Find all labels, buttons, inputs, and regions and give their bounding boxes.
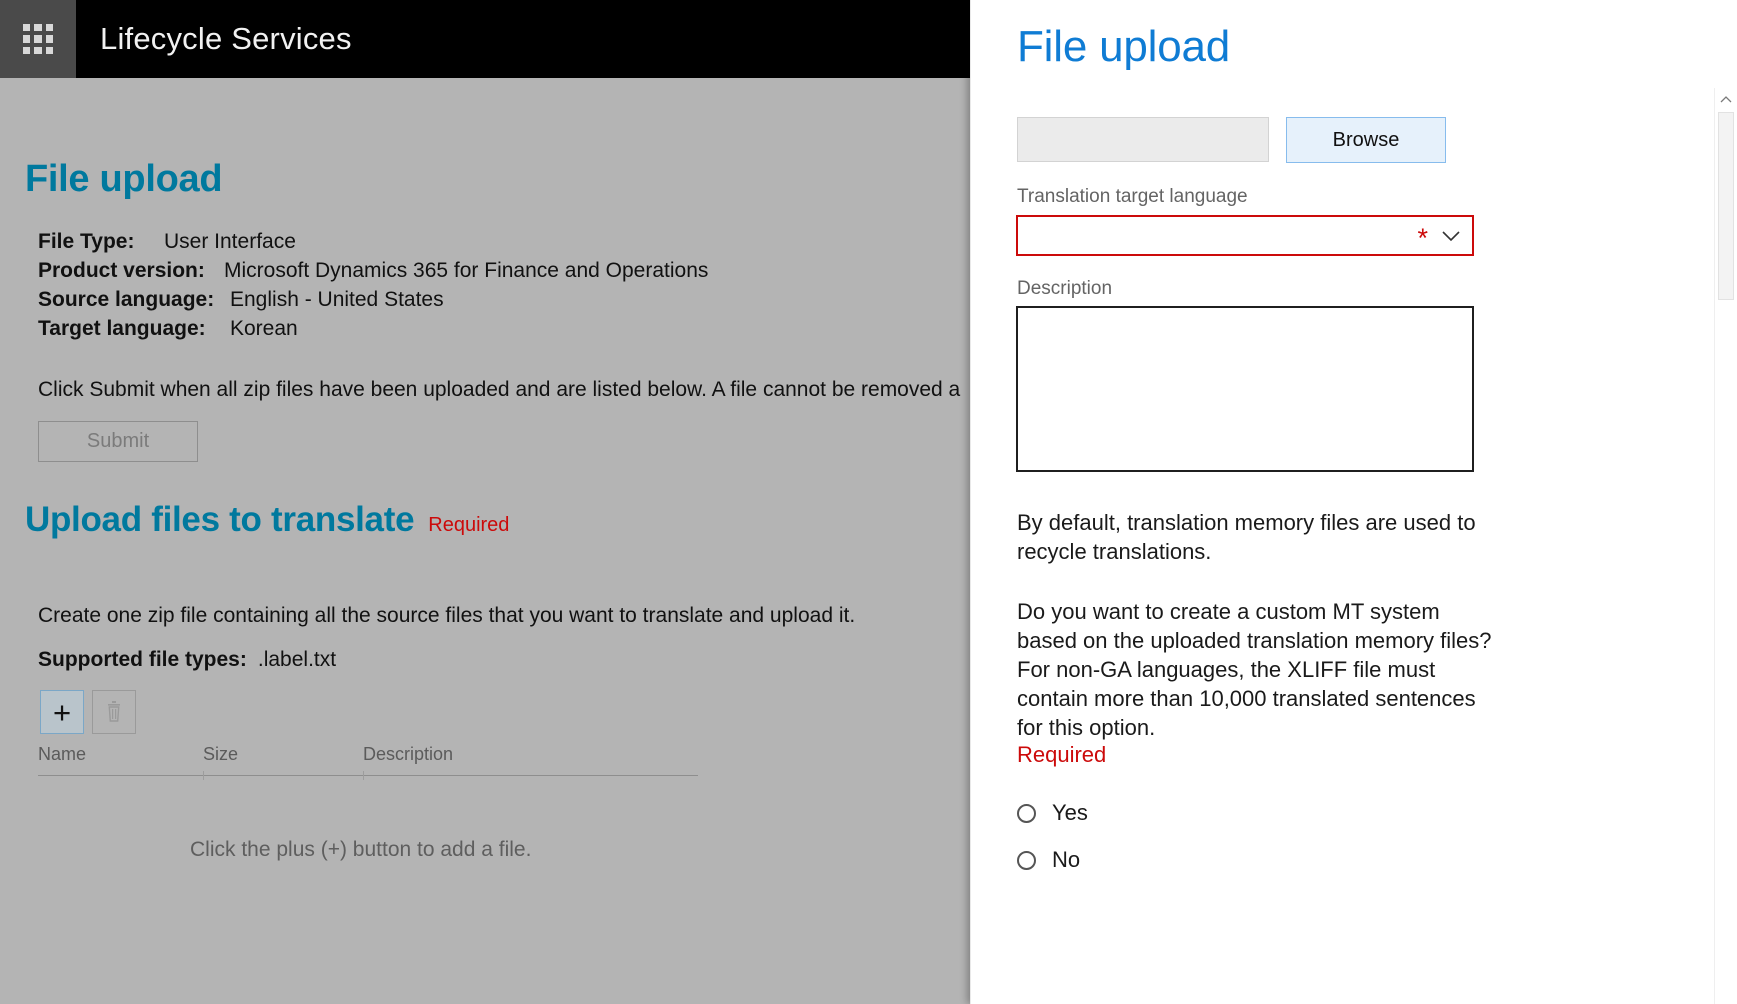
- file-grid-header: Name Size Description: [38, 744, 698, 775]
- radio-option-yes[interactable]: Yes: [1017, 800, 1088, 826]
- file-grid-empty-message: Click the plus (+) button to add a file.: [190, 838, 532, 861]
- metadata-label: Product version:: [38, 259, 205, 282]
- radio-circle-icon: [1017, 850, 1036, 870]
- radio-option-no[interactable]: No: [1017, 847, 1080, 873]
- section-required-badge: Required: [428, 514, 510, 536]
- create-zip-instructions: Create one zip file containing all the s…: [38, 604, 856, 627]
- target-language-select[interactable]: *: [1016, 215, 1474, 256]
- file-picker-row: Browse: [1017, 117, 1446, 163]
- file-grid: Name Size Description: [38, 744, 698, 780]
- browse-button[interactable]: Browse: [1286, 117, 1446, 163]
- required-asterisk-icon: *: [1417, 223, 1428, 253]
- file-grid-header-rule: [38, 771, 698, 780]
- app-header: Lifecycle Services: [0, 0, 1080, 78]
- supported-file-types-value: .label.txt: [257, 648, 337, 671]
- submit-button[interactable]: Submit: [38, 421, 198, 462]
- delete-file-button[interactable]: [92, 690, 136, 734]
- column-header-name[interactable]: Name: [38, 744, 203, 765]
- metadata-row: Source language: English - United States: [38, 288, 708, 317]
- radio-label-no: No: [1052, 847, 1081, 872]
- description-textarea[interactable]: [1016, 306, 1474, 472]
- waffle-menu-button[interactable]: [0, 0, 76, 78]
- app-title: Lifecycle Services: [100, 21, 352, 56]
- metadata-label: Target language:: [38, 317, 206, 340]
- plus-icon: +: [52, 694, 72, 730]
- metadata-value: Microsoft Dynamics 365 for Finance and O…: [224, 259, 709, 282]
- file-upload-panel: File upload Browse Translation target la…: [970, 0, 1737, 1004]
- radio-label-yes: Yes: [1052, 800, 1088, 825]
- section-title-text: Upload files to translate: [25, 500, 415, 539]
- metadata-value: English - United States: [230, 288, 444, 311]
- add-file-button[interactable]: +: [40, 690, 84, 734]
- description-label: Description: [1017, 278, 1113, 299]
- scroll-up-button[interactable]: [1715, 88, 1737, 110]
- chevron-up-icon: [1720, 96, 1732, 103]
- metadata-label: File Type:: [38, 230, 135, 253]
- column-header-description[interactable]: Description: [363, 744, 663, 765]
- file-path-input[interactable]: [1017, 117, 1269, 162]
- file-grid-toolbar: +: [40, 690, 136, 734]
- trash-icon: [108, 701, 120, 722]
- metadata-value: User Interface: [164, 230, 296, 253]
- radio-circle-icon: [1017, 803, 1036, 823]
- page-title: File upload: [25, 158, 223, 200]
- scroll-thumb[interactable]: [1718, 112, 1734, 300]
- target-language-label: Translation target language: [1017, 186, 1248, 207]
- column-header-size[interactable]: Size: [203, 744, 363, 765]
- metadata-row: File Type: User Interface: [38, 230, 708, 259]
- submit-instructions: Click Submit when all zip files have bee…: [38, 378, 961, 401]
- supported-file-types-label: Supported file types:: [38, 648, 247, 671]
- translation-memory-note: By default, translation memory files are…: [1017, 510, 1476, 564]
- panel-scrollbar[interactable]: [1714, 88, 1737, 1004]
- chevron-down-icon: [1442, 230, 1460, 241]
- metadata-label: Source language:: [38, 288, 215, 311]
- metadata-value: Korean: [230, 317, 298, 340]
- required-text: Required: [1017, 742, 1107, 767]
- metadata-row: Target language: Korean: [38, 317, 708, 346]
- waffle-grid-icon: [23, 24, 53, 54]
- panel-title: File upload: [1017, 22, 1231, 71]
- custom-mt-question: Do you want to create a custom MT system…: [1017, 599, 1492, 740]
- metadata-row: Product version: Microsoft Dynamics 365 …: [38, 259, 708, 288]
- file-metadata-list: File Type: User Interface Product versio…: [38, 230, 708, 346]
- supported-file-types: Supported file types: .label.txt: [38, 648, 336, 672]
- section-title-upload-files: Upload files to translate Required: [25, 500, 509, 540]
